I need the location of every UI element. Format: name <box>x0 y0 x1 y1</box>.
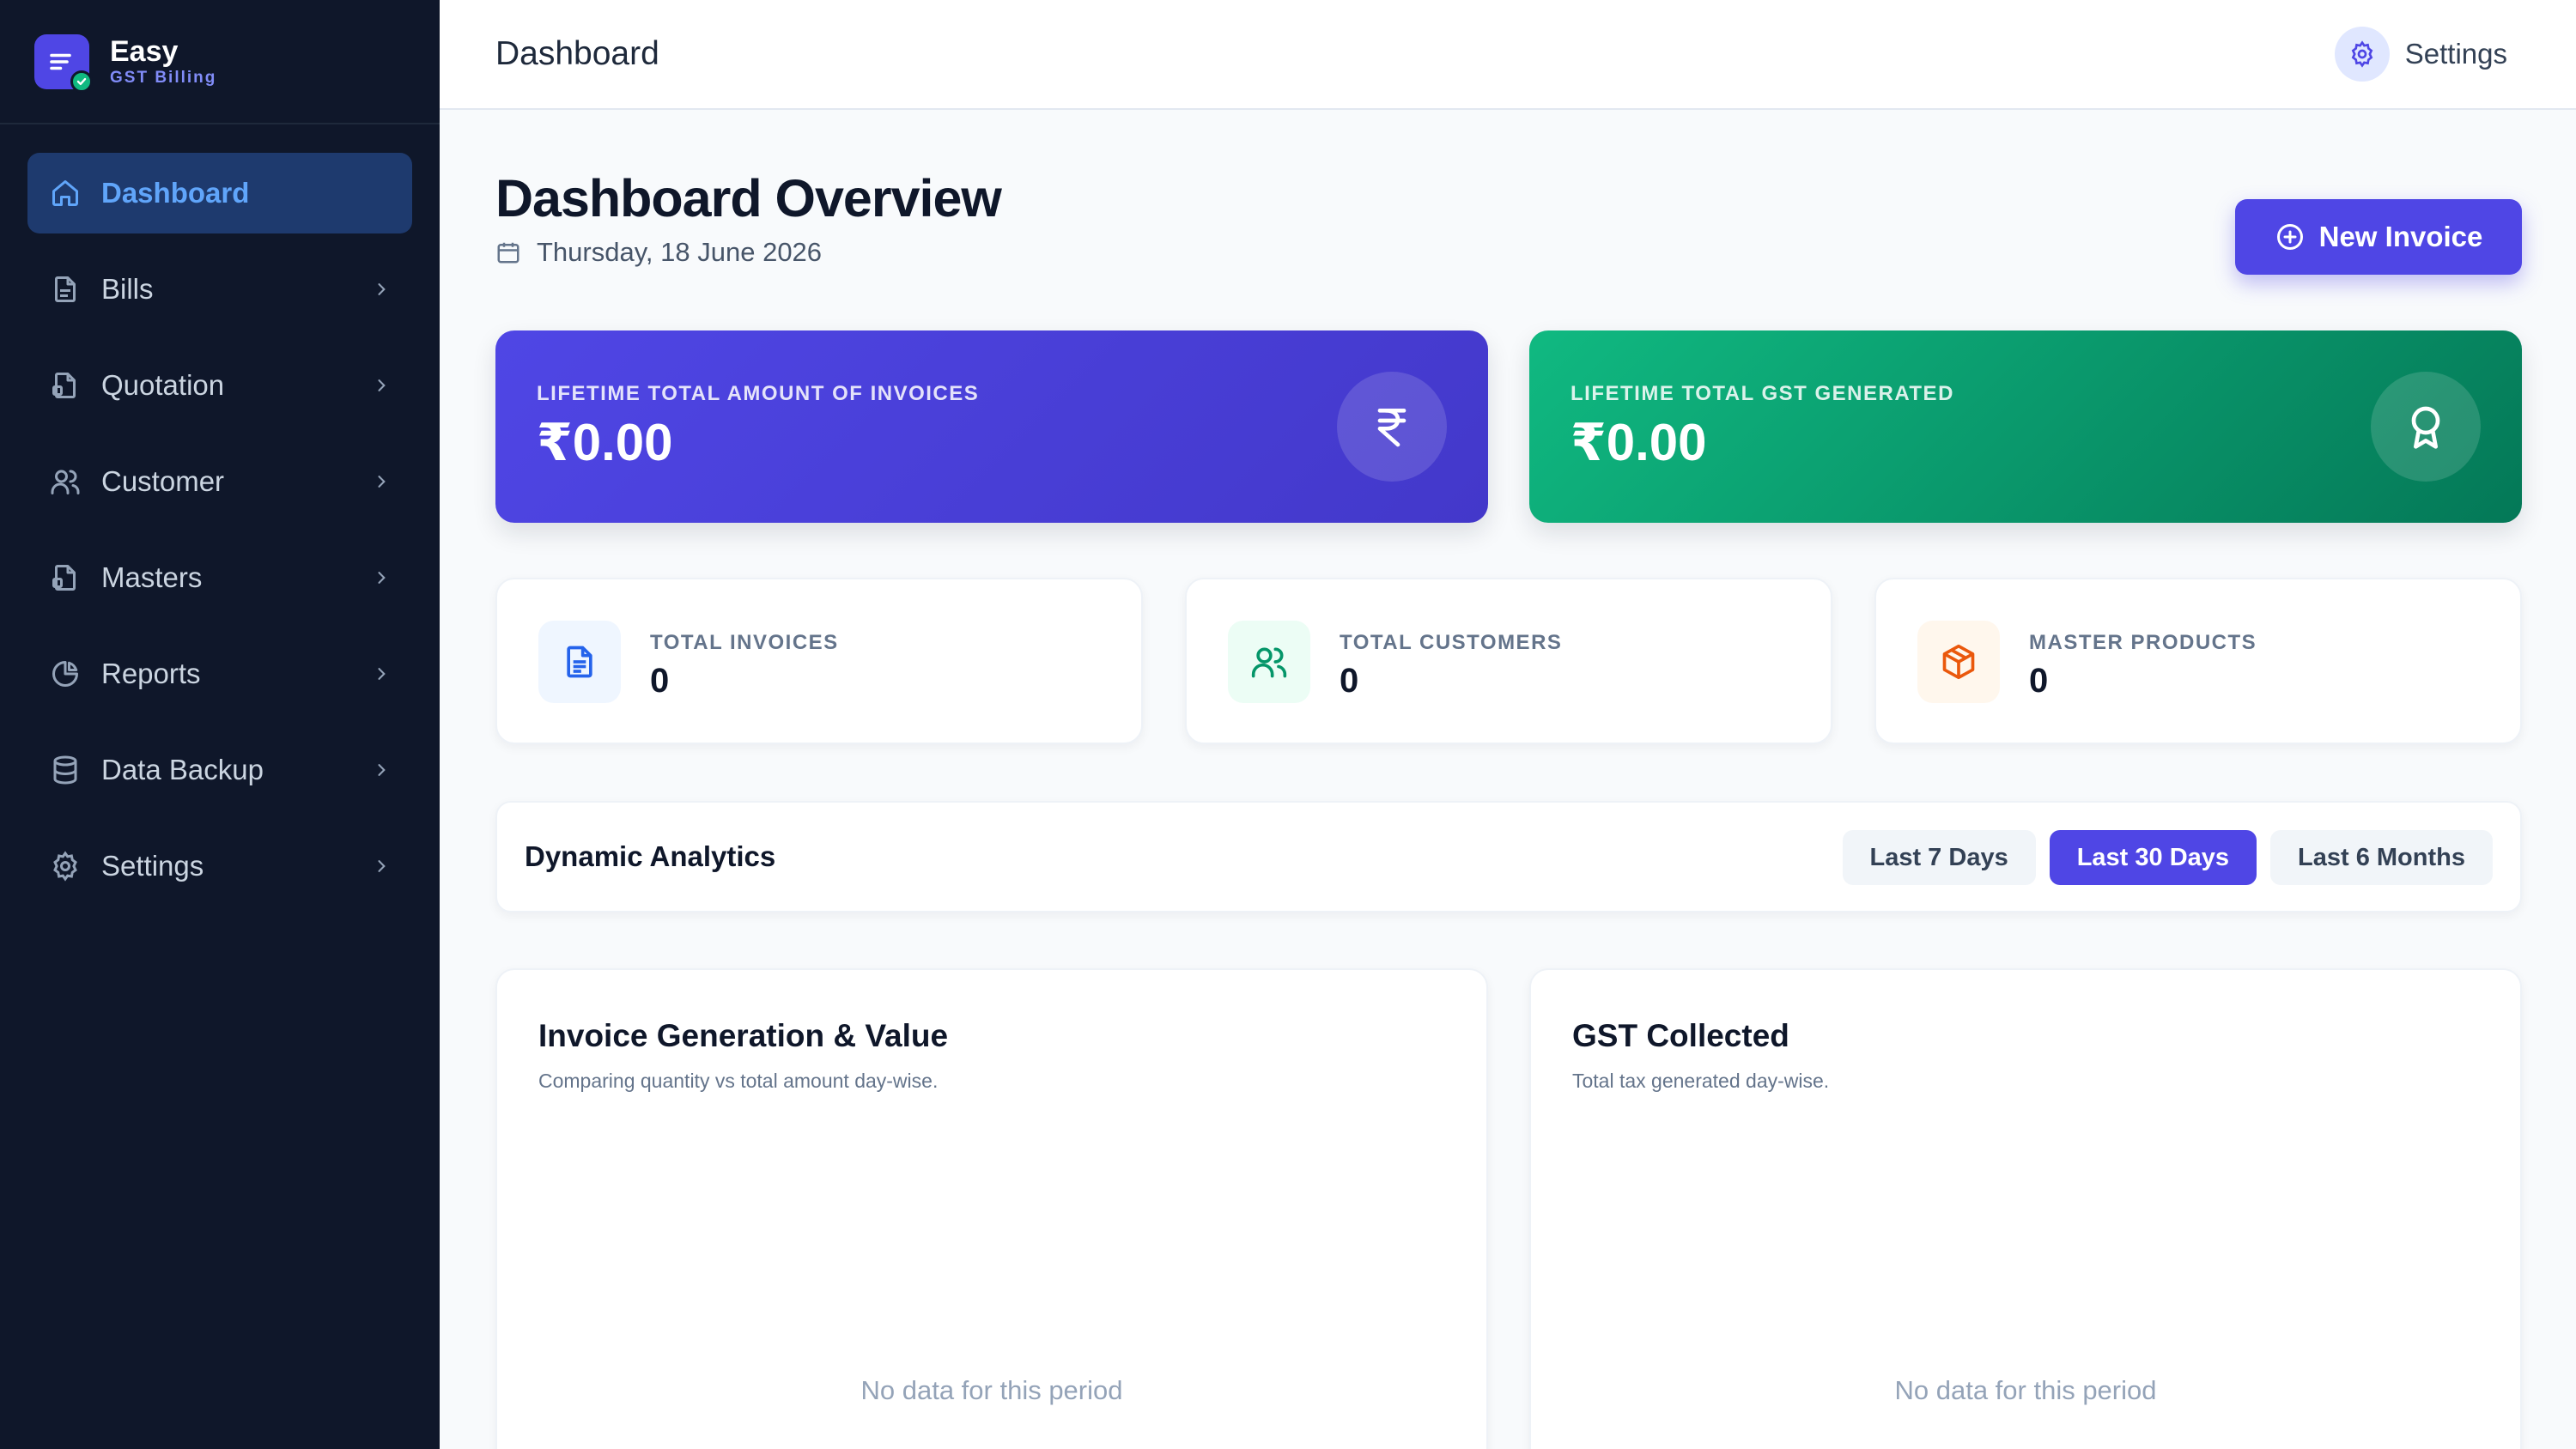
sidebar-item-label: Quotation <box>101 369 225 401</box>
chevron-right-icon <box>371 279 392 300</box>
sidebar-item-label: Reports <box>101 658 201 689</box>
overview-header: Dashboard Overview Thursday, 18 June 202… <box>495 110 2522 330</box>
plus-circle-icon <box>2275 221 2306 252</box>
file-text-icon <box>538 621 621 703</box>
chart-subtitle: Total tax generated day-wise. <box>1572 1070 1830 1092</box>
database-icon <box>48 753 82 787</box>
sidebar-item-customer[interactable]: Customer <box>27 441 412 522</box>
analytics-title: Dynamic Analytics <box>525 840 776 872</box>
stat-label: TOTAL INVOICES <box>650 631 839 654</box>
brand-name: Easy <box>110 34 179 68</box>
quotation-icon <box>48 368 82 403</box>
brand-logo-icon <box>34 33 93 93</box>
chevron-right-icon <box>371 760 392 780</box>
new-invoice-label: New Invoice <box>2318 221 2483 252</box>
settings-button[interactable]: Settings <box>2334 27 2507 82</box>
stat-value: 0 <box>2029 662 2049 700</box>
sidebar: Easy GST Billing Dashboard Bills Quotati… <box>0 0 440 1449</box>
date-text: Thursday, 18 June 2026 <box>537 237 823 267</box>
hero-label: LIFETIME TOTAL AMOUNT OF INVOICES <box>537 382 980 405</box>
chevron-right-icon <box>371 375 392 396</box>
lifetime-gst-card: LIFETIME TOTAL GST GENERATED ₹0.00 <box>1529 330 2522 523</box>
hero-value: ₹0.00 <box>537 414 673 471</box>
chevron-right-icon <box>371 567 392 588</box>
page-title: Dashboard <box>495 35 659 72</box>
gear-icon <box>2334 27 2390 82</box>
document-icon <box>48 272 82 306</box>
stat-label: MASTER PRODUCTS <box>2029 631 2257 654</box>
home-icon <box>48 176 82 210</box>
award-icon <box>2371 372 2481 482</box>
sidebar-item-label: Settings <box>101 850 204 882</box>
brand[interactable]: Easy GST Billing <box>0 0 440 124</box>
brand-subtitle: GST Billing <box>110 68 217 87</box>
pie-chart-icon <box>48 657 82 691</box>
rupee-icon <box>1337 372 1447 482</box>
box-icon <box>1917 621 2000 703</box>
chart-empty-message: No data for this period <box>1894 1375 2157 1405</box>
stat-value: 0 <box>650 662 670 700</box>
sidebar-item-data-backup[interactable]: Data Backup <box>27 730 412 810</box>
gst-chart-card: GST Collected Total tax generated day-wi… <box>1529 968 2522 1449</box>
hero-value: ₹0.00 <box>1571 414 1707 471</box>
sidebar-item-reports[interactable]: Reports <box>27 634 412 714</box>
hero-label: LIFETIME TOTAL GST GENERATED <box>1571 382 1954 405</box>
sidebar-item-settings[interactable]: Settings <box>27 826 412 906</box>
sidebar-item-label: Customer <box>101 465 225 497</box>
sidebar-item-quotation[interactable]: Quotation <box>27 345 412 426</box>
lifetime-invoices-card: LIFETIME TOTAL AMOUNT OF INVOICES ₹0.00 <box>495 330 1488 523</box>
sidebar-item-masters[interactable]: Masters <box>27 537 412 618</box>
sidebar-item-label: Data Backup <box>101 754 264 785</box>
chevron-right-icon <box>371 471 392 492</box>
range-last-30-days-button[interactable]: Last 30 Days <box>2049 830 2257 885</box>
new-invoice-button[interactable]: New Invoice <box>2235 199 2522 275</box>
check-icon <box>70 70 93 93</box>
analytics-bar: Dynamic Analytics Last 7 Days Last 30 Da… <box>495 801 2522 912</box>
chart-subtitle: Comparing quantity vs total amount day-w… <box>538 1070 939 1092</box>
stat-card-total-invoices: TOTAL INVOICES 0 <box>495 578 1143 744</box>
gear-icon <box>48 849 82 883</box>
sidebar-item-bills[interactable]: Bills <box>27 249 412 330</box>
settings-label: Settings <box>2404 38 2507 70</box>
hero-row: LIFETIME TOTAL AMOUNT OF INVOICES ₹0.00 … <box>495 330 2522 523</box>
sidebar-item-dashboard[interactable]: Dashboard <box>27 153 412 233</box>
main-content: Dashboard Overview Thursday, 18 June 202… <box>495 110 2522 1449</box>
range-last-7-days-button[interactable]: Last 7 Days <box>1842 830 2036 885</box>
sidebar-item-label: Bills <box>101 273 154 305</box>
topbar: Dashboard Settings <box>440 0 2576 110</box>
stat-card-master-products: MASTER PRODUCTS 0 <box>1874 578 2522 744</box>
stat-value: 0 <box>1340 662 1359 700</box>
chevron-right-icon <box>371 664 392 684</box>
chart-empty-message: No data for this period <box>860 1375 1123 1405</box>
overview-title: Dashboard Overview <box>495 169 1002 227</box>
stat-label: TOTAL CUSTOMERS <box>1340 631 1563 654</box>
range-selector: Last 7 Days Last 30 Days Last 6 Months <box>1829 830 2493 885</box>
sidebar-item-label: Masters <box>101 561 203 593</box>
sidebar-item-label: Dashboard <box>101 177 250 209</box>
masters-icon <box>48 561 82 595</box>
stat-row: TOTAL INVOICES 0 TOTAL CUSTOMERS 0 MASTE… <box>495 578 2522 744</box>
stat-card-total-customers: TOTAL CUSTOMERS 0 <box>1185 578 1832 744</box>
chevron-right-icon <box>371 856 392 876</box>
users-icon <box>1228 621 1310 703</box>
sidebar-nav: Dashboard Bills Quotation Customer Maste… <box>0 124 440 906</box>
users-icon <box>48 464 82 499</box>
calendar-icon <box>495 239 521 265</box>
chart-title: GST Collected <box>1572 1018 1789 1053</box>
overview-date: Thursday, 18 June 2026 <box>495 237 822 268</box>
range-last-6-months-button[interactable]: Last 6 Months <box>2270 830 2493 885</box>
chart-title: Invoice Generation & Value <box>538 1018 949 1053</box>
invoice-chart-card: Invoice Generation & Value Comparing qua… <box>495 968 1488 1449</box>
